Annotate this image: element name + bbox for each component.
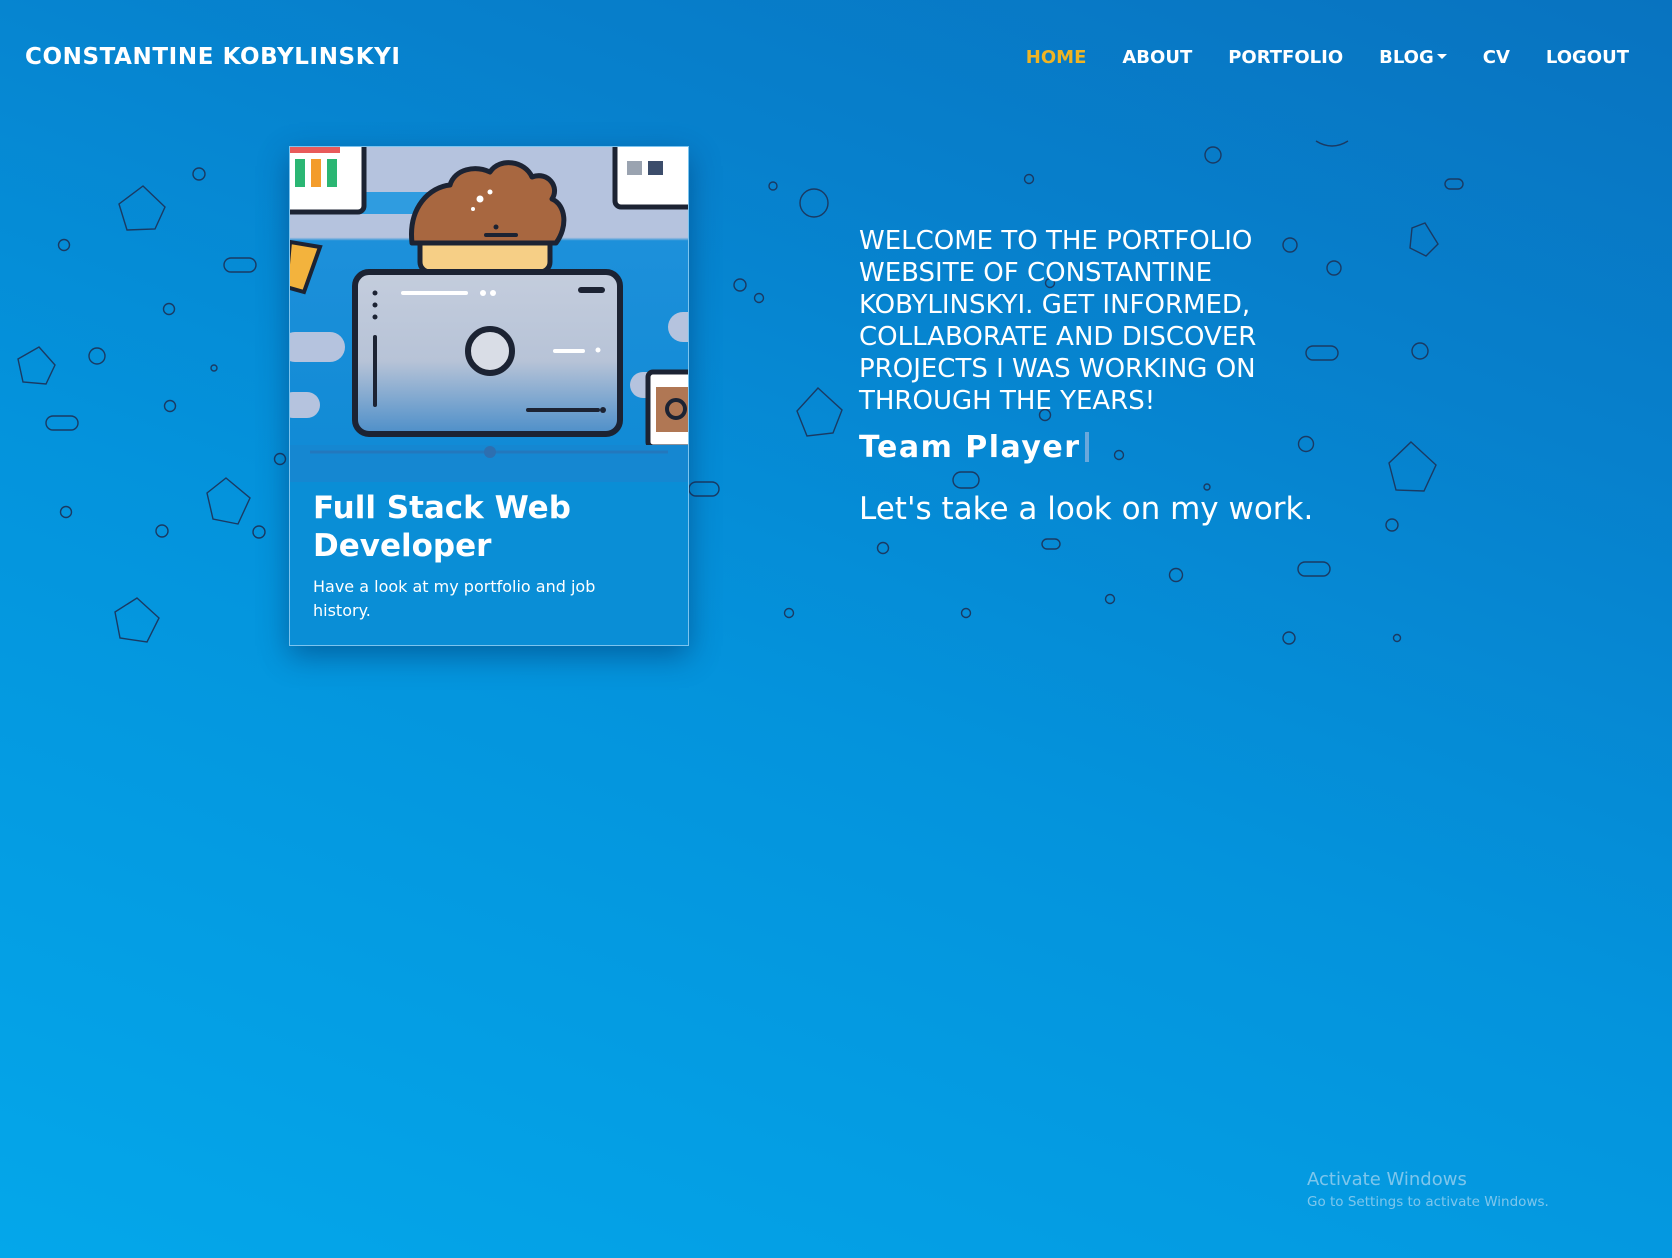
intro-card[interactable]: Full Stack Web Developer Have a look at … (289, 146, 689, 646)
nav-cv-label: CV (1482, 47, 1510, 68)
nav-about[interactable]: ABOUT (1122, 47, 1192, 68)
activate-windows-watermark: Activate Windows Go to Settings to activ… (1307, 1169, 1549, 1210)
nav-portfolio[interactable]: PORTFOLIO (1228, 47, 1343, 68)
nav-home-label: HOME (1025, 47, 1087, 68)
activate-windows-subtitle: Go to Settings to activate Windows. (1307, 1194, 1549, 1210)
navbar: CONSTANTINE KOBYLINSKYI HOME ABOUT PORTF… (0, 0, 1672, 118)
nav-cv[interactable]: CV (1483, 47, 1510, 68)
typed-text: Team Player (859, 430, 1089, 465)
card-text: Have a look at my portfolio and job hist… (313, 577, 596, 620)
card-title: Full Stack Web Developer (313, 490, 571, 564)
nav-home[interactable]: HOME (1026, 47, 1087, 68)
nav-blog-label: BLOG (1379, 47, 1434, 68)
nav-logout-label: LOGOUT (1545, 47, 1629, 68)
tagline: Let's take a look on my work. (859, 491, 1314, 527)
nav-links: HOME ABOUT PORTFOLIO BLOG CV LOGOUT (990, 47, 1629, 68)
typed-text-value: Team Player (859, 430, 1081, 465)
brand-logo[interactable]: CONSTANTINE KOBYLINSKYI (25, 44, 401, 70)
typing-cursor-icon (1084, 432, 1089, 462)
welcome-text: WELCOME TO THE PORTFOLIO WEBSITE OF CONS… (859, 226, 1257, 416)
nav-portfolio-label: PORTFOLIO (1228, 47, 1344, 68)
activate-windows-title: Activate Windows (1307, 1169, 1467, 1190)
caret-down-icon (1436, 53, 1447, 59)
nav-blog-dropdown[interactable]: BLOG (1379, 47, 1447, 68)
nav-about-label: ABOUT (1122, 47, 1193, 68)
developer-illustration (290, 147, 688, 482)
nav-logout[interactable]: LOGOUT (1546, 47, 1629, 68)
particles-background (17, 140, 1464, 645)
